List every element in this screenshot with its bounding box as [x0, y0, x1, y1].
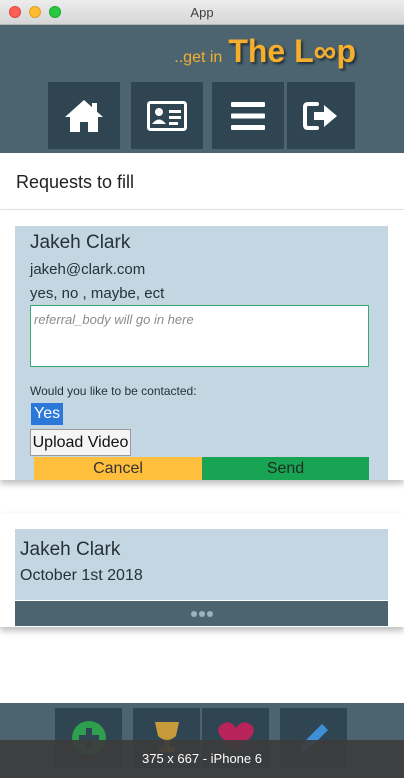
request-card: Jakeh Clark jakeh@clark.com yes, no , ma…	[0, 210, 404, 480]
nav-profile-button[interactable]	[131, 82, 203, 149]
more-dots-icon	[190, 610, 197, 617]
window-titlebar: App	[0, 0, 404, 25]
request-answers: yes, no , maybe, ect	[30, 285, 165, 302]
section-title: Requests to fill	[16, 172, 135, 192]
brand-logo: ..get in The L∞p	[174, 33, 356, 70]
request-card-collapsed-body: Jakeh Clark October 1st 2018	[15, 529, 388, 600]
send-button[interactable]: Send	[202, 457, 369, 480]
contact-question-label: Would you like to be contacted:	[30, 384, 197, 398]
contact-card-icon	[147, 100, 187, 131]
request-card-collapsed[interactable]: Jakeh Clark October 1st 2018	[0, 513, 404, 627]
upload-video-button[interactable]: Upload Video	[30, 429, 131, 456]
nav-menu-button[interactable]	[212, 82, 284, 149]
referral-body-input[interactable]	[30, 305, 369, 367]
more-dots-icon	[206, 610, 213, 617]
home-icon	[65, 99, 103, 132]
requests-section-header: Requests to fill	[0, 153, 404, 210]
request-card-body: Jakeh Clark jakeh@clark.com yes, no , ma…	[15, 226, 388, 480]
nav-sign-out-button[interactable]	[287, 82, 355, 149]
more-dots-icon	[198, 610, 205, 617]
brand-name: The L∞p	[228, 33, 356, 69]
menu-icon	[231, 101, 265, 130]
contact-yes-option[interactable]: Yes	[31, 403, 64, 425]
requester-name: Jakeh Clark	[30, 232, 131, 253]
device-size-label: 375 x 667 - iPhone 6	[0, 740, 404, 778]
nav-home-button[interactable]	[48, 82, 120, 149]
app-header: ..get in The L∞p	[0, 25, 404, 153]
requester-name: Jakeh Clark	[20, 539, 121, 560]
request-date: October 1st 2018	[20, 567, 143, 584]
brand-prefix: ..get in	[174, 49, 223, 66]
window-title: App	[190, 5, 214, 20]
sign-out-icon	[303, 101, 337, 130]
requester-email: jakeh@clark.com	[30, 261, 146, 278]
expand-more-button[interactable]	[15, 601, 388, 626]
cancel-button[interactable]: Cancel	[34, 457, 202, 480]
